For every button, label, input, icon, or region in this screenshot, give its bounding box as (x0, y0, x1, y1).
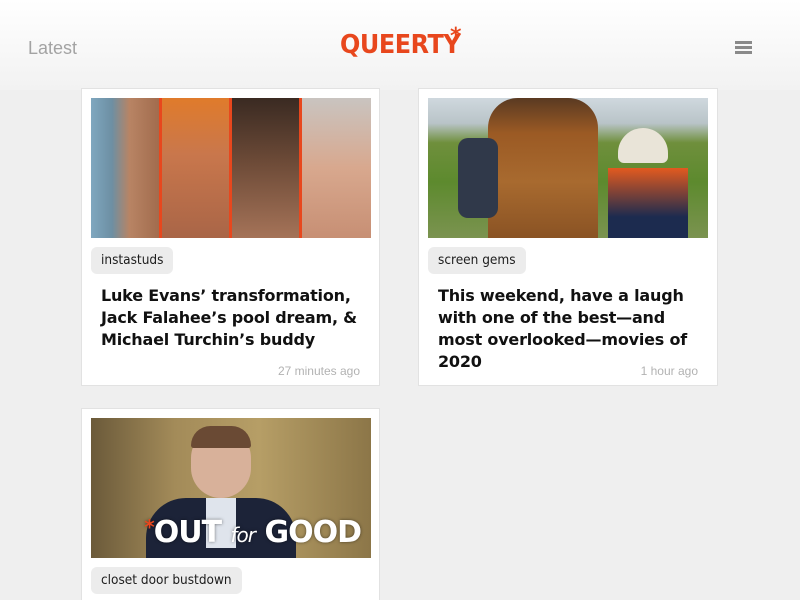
site-header: Latest QUEERTY * (0, 0, 800, 90)
logo-star-icon: * (450, 24, 462, 49)
article-headline[interactable]: This weekend, have a laugh with one of t… (438, 285, 700, 373)
category-tag[interactable]: screen gems (428, 247, 526, 274)
site-logo[interactable]: QUEERTY (340, 30, 461, 60)
article-card[interactable]: screen gems This weekend, have a laugh w… (418, 88, 718, 386)
article-card[interactable]: *OUT for GOOD closet door bustdown (81, 408, 380, 600)
article-thumbnail[interactable] (428, 98, 708, 238)
article-thumbnail[interactable] (91, 98, 371, 238)
category-tag[interactable]: closet door bustdown (91, 567, 242, 594)
latest-link[interactable]: Latest (28, 38, 77, 59)
category-tag[interactable]: instastuds (91, 247, 174, 274)
hamburger-menu-icon[interactable] (735, 41, 752, 54)
article-timestamp: 27 minutes ago (277, 364, 360, 378)
out-for-good-logo: *OUT for GOOD (144, 515, 362, 550)
article-card[interactable]: instastuds Luke Evans’ transformation, J… (81, 88, 380, 386)
article-headline[interactable]: Luke Evans’ transformation, Jack Falahee… (101, 285, 363, 351)
article-thumbnail[interactable]: *OUT for GOOD (91, 418, 371, 558)
article-timestamp: 1 hour ago (640, 364, 698, 378)
